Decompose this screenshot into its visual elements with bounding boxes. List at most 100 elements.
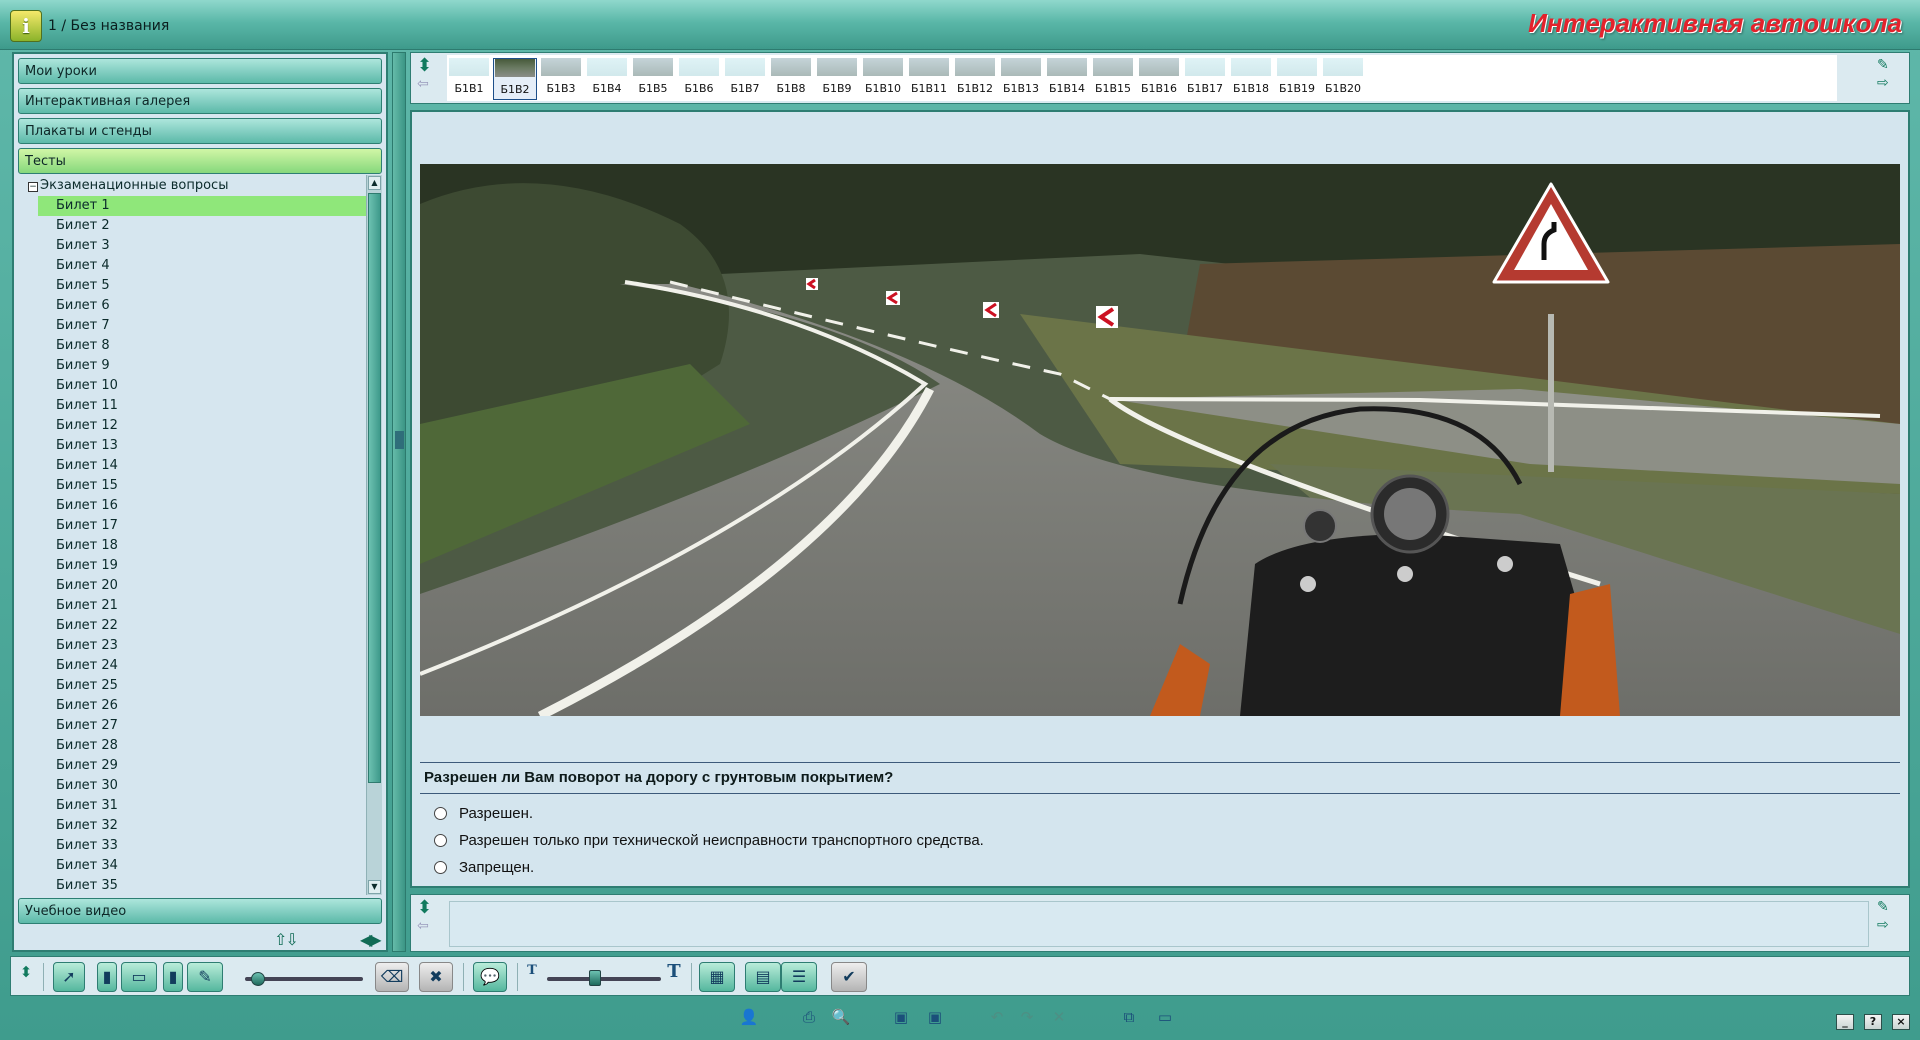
panel-toggle-button-2[interactable]: ▮ <box>163 962 183 992</box>
slide-thumbnail[interactable]: Б1В11 <box>907 58 951 100</box>
scroll-up-icon[interactable]: ▲ <box>368 176 381 190</box>
slide-thumbnail[interactable]: Б1В14 <box>1045 58 1089 100</box>
scroll-thumb[interactable] <box>368 193 381 783</box>
panel-splitter[interactable] <box>392 52 406 952</box>
slide-thumbnail[interactable]: Б1В2 <box>493 58 537 100</box>
delete-icon[interactable]: ✕ <box>1048 1008 1070 1028</box>
printer-icon[interactable]: ⎙ <box>798 1008 820 1028</box>
ticket-item[interactable]: Билет 14 <box>38 456 368 476</box>
calendar-button[interactable]: ▦ <box>699 962 735 992</box>
slide-thumbnail[interactable]: Б1В8 <box>769 58 813 100</box>
move-left-right-icon[interactable]: ◀▶ <box>360 930 382 949</box>
slide-thumbnail[interactable]: Б1В15 <box>1091 58 1135 100</box>
slide-thumbnail[interactable]: Б1В18 <box>1229 58 1273 100</box>
section-gallery[interactable]: Интерактивная галерея <box>18 88 382 114</box>
ticket-item[interactable]: Билет 31 <box>38 796 368 816</box>
radio-icon[interactable] <box>434 834 447 847</box>
eraser-button[interactable]: ⌫ <box>375 962 409 992</box>
ticket-item[interactable]: Билет 18 <box>38 536 368 556</box>
collapse-comment-icon[interactable]: ⬍ <box>417 899 435 917</box>
section-tests[interactable]: Тесты <box>18 148 382 174</box>
ticket-item[interactable]: Билет 7 <box>38 316 368 336</box>
pointer-tool-button[interactable]: ➚ <box>53 962 85 992</box>
ticket-item[interactable]: Билет 35 <box>38 876 368 896</box>
answer-option[interactable]: Запрещен. <box>434 854 984 881</box>
panel-toggle-button[interactable]: ▮ <box>97 962 117 992</box>
help-button[interactable]: ? <box>1864 1014 1882 1030</box>
ticket-item[interactable]: Билет 2 <box>38 216 368 236</box>
slide-thumbnail[interactable]: Б1В20 <box>1321 58 1365 100</box>
ticket-item[interactable]: Билет 5 <box>38 276 368 296</box>
radio-icon[interactable] <box>434 861 447 874</box>
slide-thumbnail[interactable]: Б1В4 <box>585 58 629 100</box>
clear-button[interactable]: ✖ <box>419 962 453 992</box>
export-icon[interactable]: ▣ <box>924 1008 946 1028</box>
collapse-icon[interactable]: − <box>28 182 38 192</box>
close-button[interactable]: × <box>1892 1014 1910 1030</box>
next-arrow-icon[interactable]: ⇨ <box>1877 75 1901 93</box>
slide-thumbnail[interactable]: Б1В12 <box>953 58 997 100</box>
ticket-item[interactable]: Билет 20 <box>38 576 368 596</box>
slide-thumbnail[interactable]: Б1В7 <box>723 58 767 100</box>
slide-thumbnail[interactable]: Б1В9 <box>815 58 859 100</box>
ticket-item[interactable]: Билет 34 <box>38 856 368 876</box>
monitor-icon[interactable]: ▭ <box>1154 1008 1176 1028</box>
ticket-item[interactable]: Билет 32 <box>38 816 368 836</box>
section-video[interactable]: Учебное видео <box>18 898 382 924</box>
ticket-item[interactable]: Билет 33 <box>38 836 368 856</box>
comment-button[interactable]: 💬 <box>473 962 507 992</box>
slide-thumbnail[interactable]: Б1В6 <box>677 58 721 100</box>
prev-arrow-icon[interactable]: ⇦ <box>417 75 435 93</box>
slide-thumbnail[interactable]: Б1В10 <box>861 58 905 100</box>
collapse-strip-icon[interactable]: ⬍ <box>417 57 435 75</box>
slide-thumbnail[interactable]: Б1В17 <box>1183 58 1227 100</box>
answer-option[interactable]: Разрешен. <box>434 800 984 827</box>
ticket-item[interactable]: Билет 26 <box>38 696 368 716</box>
tree-root[interactable]: − Экзаменационные вопросы <box>28 178 228 193</box>
ticket-item[interactable]: Билет 6 <box>38 296 368 316</box>
add-slide-icon[interactable]: ✎ <box>1877 57 1901 75</box>
slide-thumbnail[interactable]: Б1В16 <box>1137 58 1181 100</box>
screen-split-icon[interactable]: ⧉ <box>1118 1008 1140 1028</box>
ticket-item[interactable]: Билет 28 <box>38 736 368 756</box>
ticket-item[interactable]: Билет 24 <box>38 656 368 676</box>
ticket-item[interactable]: Билет 10 <box>38 376 368 396</box>
answer-option[interactable]: Разрешен только при технической неисправ… <box>434 827 984 854</box>
ticket-item[interactable]: Билет 30 <box>38 776 368 796</box>
ticket-item[interactable]: Билет 9 <box>38 356 368 376</box>
ticket-item[interactable]: Билет 27 <box>38 716 368 736</box>
toolbar-collapse-icon[interactable]: ⬍ <box>15 963 37 983</box>
comment-field[interactable] <box>449 901 1869 947</box>
ticket-item[interactable]: Билет 29 <box>38 756 368 776</box>
section-my-lessons[interactable]: Мои уроки <box>18 58 382 84</box>
slide-thumbnail[interactable]: Б1В1 <box>447 58 491 100</box>
redo-icon[interactable]: ↷ <box>1016 1008 1038 1028</box>
move-up-down-icon[interactable]: ⇧⇩ <box>274 930 299 949</box>
ticket-item[interactable]: Билет 21 <box>38 596 368 616</box>
ticket-item[interactable]: Билет 25 <box>38 676 368 696</box>
scroll-down-icon[interactable]: ▼ <box>368 880 381 894</box>
app-logo-icon[interactable] <box>10 10 42 42</box>
ticket-item[interactable]: Билет 4 <box>38 256 368 276</box>
ticket-item[interactable]: Билет 1 <box>38 196 368 216</box>
ticket-item[interactable]: Билет 19 <box>38 556 368 576</box>
ticket-item[interactable]: Билет 13 <box>38 436 368 456</box>
search-icon[interactable]: 🔍 <box>830 1008 852 1028</box>
undo-icon[interactable]: ↶ <box>986 1008 1008 1028</box>
comment-prev-icon[interactable]: ⇦ <box>417 917 435 935</box>
ticket-item[interactable]: Билет 17 <box>38 516 368 536</box>
list-button[interactable]: ☰ <box>781 962 817 992</box>
import-icon[interactable]: ▣ <box>890 1008 912 1028</box>
ticket-item[interactable]: Билет 8 <box>38 336 368 356</box>
user-icon[interactable]: 👤 <box>738 1008 760 1028</box>
ticket-item[interactable]: Билет 23 <box>38 636 368 656</box>
tree-scrollbar[interactable]: ▲ ▼ <box>366 175 382 895</box>
grid-button[interactable]: ▤ <box>745 962 781 992</box>
font-size-slider[interactable] <box>547 977 661 981</box>
radio-icon[interactable] <box>434 807 447 820</box>
ticket-item[interactable]: Билет 16 <box>38 496 368 516</box>
splitter-grip-icon[interactable] <box>395 431 404 449</box>
comment-next-icon[interactable]: ⇨ <box>1877 917 1901 935</box>
ticket-item[interactable]: Билет 3 <box>38 236 368 256</box>
font-size-knob[interactable] <box>589 970 601 986</box>
